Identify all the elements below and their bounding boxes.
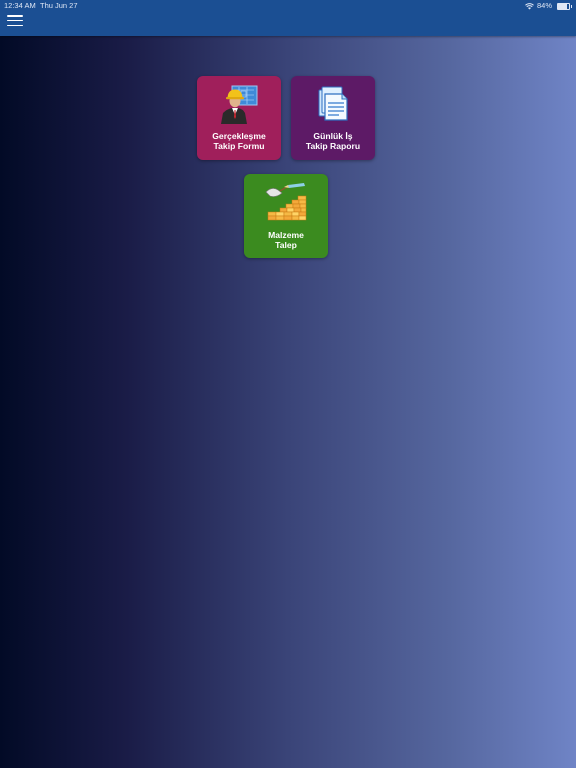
tile-malzeme-talep[interactable]: Malzeme Talep bbox=[244, 174, 328, 258]
wifi-icon bbox=[525, 2, 534, 9]
status-date: Thu Jun 27 bbox=[40, 1, 78, 10]
engineer-with-blueprint-icon bbox=[221, 85, 258, 124]
status-time: 12:34 AM bbox=[4, 1, 36, 10]
app-header: 12:34 AM Thu Jun 27 84% bbox=[0, 0, 576, 36]
battery-icon bbox=[557, 2, 572, 10]
battery-percent: 84% bbox=[536, 1, 552, 10]
tile-label: Günlük İş Takip Raporu bbox=[305, 131, 361, 151]
tile-label: Malzeme Talep bbox=[268, 230, 304, 250]
bricks-and-trowel-icon bbox=[265, 183, 307, 221]
tile-gunluk-is-takip-raporu[interactable]: Günlük İş Takip Raporu bbox=[291, 76, 375, 160]
status-bar: 12:34 AM Thu Jun 27 84% bbox=[0, 0, 576, 12]
status-right: 84% bbox=[525, 0, 572, 12]
documents-icon bbox=[318, 86, 348, 121]
hamburger-menu-icon[interactable] bbox=[7, 15, 23, 29]
tile-label: Gerçekleşme Takip Formu bbox=[212, 131, 266, 151]
tile-gerceklesme-takip-formu[interactable]: Gerçekleşme Takip Formu bbox=[197, 76, 281, 160]
